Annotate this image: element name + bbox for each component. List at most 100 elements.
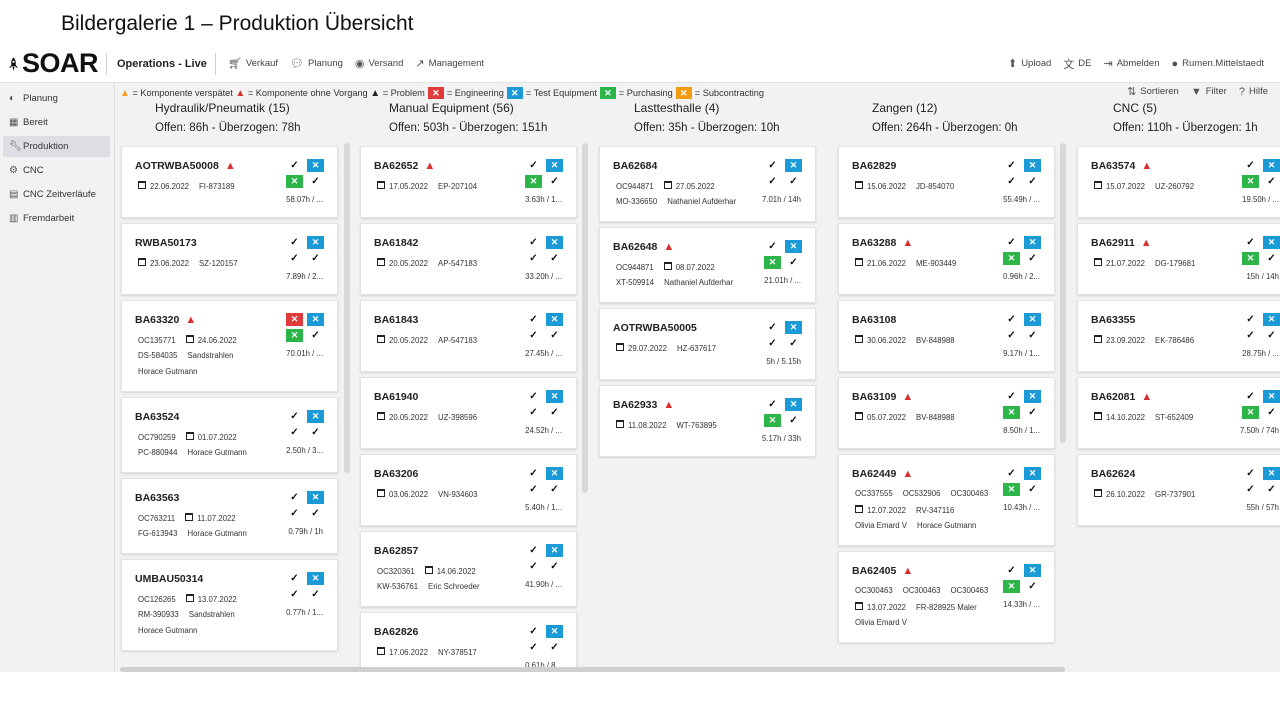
blue-status-flag[interactable]: ✕ [785,398,802,411]
order-card[interactable]: BA62684 OC944871 27.05.2022 MO-336650 Nathan… [599,146,816,222]
blue-status-flag[interactable]: ✕ [1263,390,1280,403]
column-scrollbar[interactable] [344,143,350,473]
order-card[interactable]: BA62081 ▲ 14.10.2022 ST-652409 ✓ ✕ ✕ ✓ 7.50h / 7… [1077,377,1280,449]
green-status-flag[interactable]: ✕ [286,329,303,342]
order-card[interactable]: BA61843 20.05.2022 AP-547183 ✓ ✕ ✓ ✓ 27.45h / .… [360,300,577,372]
order-card[interactable]: BA63320 ▲ OC135771 24.06.2022 DS-584035 Sands… [121,300,338,392]
order-card[interactable]: BA62405 ▲ OC300463 OC300463 OC300463 13.07.20… [838,551,1055,643]
green-status-flag[interactable]: ✕ [286,175,303,188]
blue-status-flag[interactable]: ✕ [1263,467,1280,480]
order-card[interactable]: BA62449 ▲ OC337555 OC532906 OC300463 12.07.20… [838,454,1055,546]
order-card[interactable]: BA61940 20.05.2022 UZ-398596 ✓ ✕ ✓ ✓ 24.52h / .… [360,377,577,449]
nav-versand[interactable]: ◉ Versand [355,57,403,70]
blue-status-flag[interactable]: ✕ [785,240,802,253]
blue-status-flag[interactable]: ✕ [307,410,324,423]
nav-planung[interactable]: 💬︎ Planung [290,57,343,70]
green-status-flag[interactable]: ✕ [1242,252,1259,265]
red-status-flag[interactable]: ✕ [286,313,303,326]
blue-status-flag[interactable]: ✕ [1024,159,1041,172]
sidebar-item-planung[interactable]: ◐ Planung [3,88,110,109]
column-scrollbar[interactable] [1060,143,1066,443]
blue-status-flag[interactable]: ✕ [1263,313,1280,326]
blue-status-flag[interactable]: ✕ [546,467,563,480]
logout-button[interactable]: ⇥ Abmelden [1104,57,1160,70]
order-card[interactable]: BA62652 ▲ 17.05.2022 EP-207104 ✓ ✕ ✕ ✓ 3.63h / 1… [360,146,577,218]
order-card[interactable]: BA62829 15.06.2022 JD-854070 ✓ ✕ ✓ ✓ 55.49h / .… [838,146,1055,218]
order-card[interactable]: AOTRWBA50005 29.07.2022 HZ-637617 ✓ ✕ ✓ ✓ 5h / … [599,308,816,380]
nav-management[interactable]: ↗ Management [415,57,484,70]
blue-status-flag[interactable]: ✕ [1024,313,1041,326]
blue-status-flag[interactable]: ✕ [546,390,563,403]
green-status-flag[interactable]: ✕ [764,414,781,427]
blue-status-flag[interactable]: ✕ [546,236,563,249]
green-status-flag[interactable]: ✕ [1003,580,1020,593]
user-account[interactable]: ● Rumen.Mittelstaedt [1172,58,1265,70]
blue-status-flag[interactable]: ✕ [1024,390,1041,403]
blue-status-flag[interactable]: ✕ [546,544,563,557]
blue-status-flag[interactable]: ✕ [1263,159,1280,172]
sidebar-item-cnc-zeitverlaeufe[interactable]: ▤ CNC Zeitverläufe [3,184,110,205]
order-card[interactable]: BA62826 17.06.2022 NY-378517 ✓ ✕ ✓ ✓ 0.61h / 8.… [360,612,577,672]
green-status-flag[interactable]: ✕ [1003,406,1020,419]
blue-status-flag[interactable]: ✕ [307,236,324,249]
language-button[interactable]: 文 DE [1063,56,1091,72]
order-card[interactable]: BA61842 20.05.2022 AP-547183 ✓ ✕ ✓ ✓ 33.20h / .… [360,223,577,295]
green-status-flag[interactable]: ✕ [525,175,542,188]
sort-button[interactable]: ⇅ Sortieren [1127,85,1179,98]
sidebar-item-cnc[interactable]: ⚙ CNC [3,160,110,181]
column-title[interactable]: CNC (5) [1113,101,1280,119]
blue-status-flag[interactable]: ✕ [1024,467,1041,480]
order-card[interactable]: BA62624 26.10.2022 GR-737901 ✓ ✕ ✓ ✓ 55h / 57h [1077,454,1280,526]
card-field: Sandstrahlen [187,351,233,360]
green-status-flag[interactable]: ✕ [1242,175,1259,188]
filter-button[interactable]: ▼ Filter [1191,86,1227,98]
sidebar-item-produktion[interactable]: 🔧︎ Produktion [3,136,110,157]
column-title[interactable]: Manual Equipment (56) [389,101,590,119]
order-card[interactable]: BA62911 ▲ 21.07.2022 DG-179681 ✓ ✕ ✕ ✓ 15h / 14h [1077,223,1280,295]
blue-status-flag[interactable]: ✕ [307,491,324,504]
green-status-flag[interactable]: ✕ [1003,252,1020,265]
blue-status-flag[interactable]: ✕ [1263,236,1280,249]
blue-status-flag[interactable]: ✕ [546,159,563,172]
order-card[interactable]: BA63563 OC763211 11.07.2022 FG-613943 Horace… [121,478,338,554]
order-card[interactable]: BA63355 23.09.2022 EK-786486 ✓ ✕ ✓ ✓ 28.75h / .… [1077,300,1280,372]
blue-status-flag[interactable]: ✕ [546,625,563,638]
blue-status-flag[interactable]: ✕ [785,159,802,172]
order-card[interactable]: BA62933 ▲ 11.08.2022 WT-763895 ✓ ✕ ✕ ✓ 5.17h / 3… [599,385,816,457]
sidebar-item-bereit[interactable]: ▦ Bereit [3,112,110,133]
order-card[interactable]: BA63109 ▲ 05.07.2022 BV-848988 ✓ ✕ ✕ ✓ 8.50h / 1… [838,377,1055,449]
card-field: WT-763895 [676,421,716,430]
blue-status-flag[interactable]: ✕ [546,313,563,326]
order-card[interactable]: BA62857 OC320361 14.06.2022 KW-536761 Eric S… [360,531,577,607]
check-icon: ✓ [529,330,538,341]
order-card[interactable]: BA63288 ▲ 21.06.2022 ME-903449 ✓ ✕ ✕ ✓ 0.96h / 2… [838,223,1055,295]
green-status-flag[interactable]: ✕ [1242,406,1259,419]
help-button[interactable]: ? Hilfe [1239,86,1268,98]
column-title[interactable]: Zangen (12) [872,101,1068,119]
blue-status-flag[interactable]: ✕ [1024,564,1041,577]
blue-status-flag[interactable]: ✕ [1024,236,1041,249]
logo[interactable]: SOAR [8,48,99,79]
green-status-flag[interactable]: ✕ [1003,483,1020,496]
order-card[interactable]: UMBAU50314 OC126265 13.07.2022 RM-390933 San… [121,559,338,651]
board-horizontal-scrollbar[interactable] [120,667,1065,672]
blue-status-flag[interactable]: ✕ [307,572,324,585]
nav-verkauf[interactable]: 🛒︎ Verkauf [228,57,278,70]
order-card[interactable]: BA62648 ▲ OC944871 08.07.2022 XT-509914 Natha… [599,227,816,303]
sidebar-item-fremdarbeit[interactable]: ▥ Fremdarbeit [3,208,110,229]
blue-status-flag[interactable]: ✕ [785,321,802,334]
filter-label: Filter [1205,86,1227,97]
order-card[interactable]: AOTRWBA50008 ▲ 22.06.2022 FI-873189 ✓ ✕ ✕ ✓ 58.0… [121,146,338,218]
order-card[interactable]: BA63524 OC790259 01.07.2022 PC-880944 Horace… [121,397,338,473]
order-card[interactable]: BA63108 30.06.2022 BV-848988 ✓ ✕ ✓ ✓ 9.17h / 1.… [838,300,1055,372]
column-title[interactable]: Lasttesthalle (4) [634,101,829,119]
order-card[interactable]: RWBA50173 23.06.2022 SZ-120157 ✓ ✕ ✓ ✓ 7.89h / … [121,223,338,295]
column-title[interactable]: Hydraulik/Pneumatik (15) [155,101,351,119]
order-card[interactable]: BA63574 ▲ 15.07.2022 UZ-260792 ✓ ✕ ✕ ✓ 19.50h / … [1077,146,1280,218]
blue-status-flag[interactable]: ✕ [307,313,324,326]
blue-status-flag[interactable]: ✕ [307,159,324,172]
upload-button[interactable]: ⬆ Upload [1008,57,1051,70]
column-scrollbar[interactable] [582,143,588,493]
order-card[interactable]: BA63206 03.06.2022 VN-934603 ✓ ✕ ✓ ✓ 5.40h / 1.… [360,454,577,526]
green-status-flag[interactable]: ✕ [764,256,781,269]
